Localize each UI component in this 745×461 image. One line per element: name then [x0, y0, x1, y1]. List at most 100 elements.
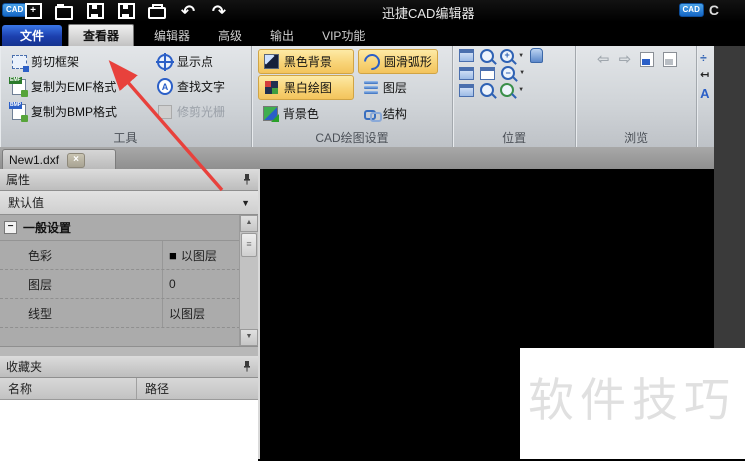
quick-access-toolbar: + ↶ ↷ [24, 0, 228, 22]
find-text-button[interactable]: A 查找文字 [152, 74, 230, 99]
pin-icon[interactable] [242, 360, 252, 373]
bw-drawing-toggle[interactable]: 黑白绘图 [257, 75, 354, 100]
favorites-title: 收藏夹 [6, 360, 43, 374]
property-value: 以图层 [180, 248, 217, 263]
collapse-icon[interactable]: − [4, 221, 17, 234]
group-label-cad-draw-settings: CAD绘图设置 [315, 131, 389, 145]
structure-button[interactable]: 结构 [358, 101, 438, 126]
nav-back-icon[interactable]: ⇦ [597, 52, 610, 67]
property-label: 色彩 [28, 248, 53, 263]
scrollbar-thumb[interactable]: ≡ [241, 233, 257, 257]
trim-raster-label: 修剪光栅 [177, 105, 226, 119]
dimension-icon[interactable]: ÷ [700, 52, 714, 64]
background-color-label: 背景色 [282, 107, 319, 121]
column-header-name[interactable]: 名称 [0, 378, 137, 399]
property-value: 以图层 [169, 306, 206, 321]
preset-value: 默认值 [8, 196, 45, 210]
background-color-button[interactable]: 背景色 [258, 101, 354, 126]
save-as-button[interactable] [117, 3, 135, 19]
zoom-region-icon[interactable] [480, 48, 495, 63]
save-as-icon [117, 3, 135, 19]
redo-button[interactable]: ↷ [210, 3, 228, 20]
zoom-previous-icon[interactable] [480, 83, 495, 97]
watermark-text: 软件技巧 [528, 374, 736, 426]
zoom-out-icon[interactable]: − [501, 66, 516, 80]
pin-icon[interactable] [242, 173, 252, 186]
ribbon-group-position: + ▼ − ▼ ▼ 位置 [453, 46, 577, 147]
copy-emf-button[interactable]: EMF 复制为EMF格式 [6, 74, 148, 99]
open-file-button[interactable] [55, 3, 73, 20]
behind-window-title: C [708, 2, 719, 18]
taskbar-cad-icon[interactable]: CAD [678, 3, 704, 17]
zoom-in-icon[interactable]: + [500, 48, 515, 63]
document-tab[interactable]: New1.dxf × [2, 149, 116, 170]
preset-dropdown[interactable]: 默认值 ▼ [0, 191, 258, 215]
new-file-button[interactable]: + [24, 3, 42, 19]
black-background-toggle[interactable]: 黑色背景 [257, 49, 354, 74]
group-label-position: 位置 [502, 131, 527, 145]
background-color-icon [263, 106, 280, 122]
menu-tab-editor[interactable]: 编辑器 [140, 25, 204, 46]
property-label: 线型 [28, 306, 53, 321]
behind-window-strip [714, 46, 745, 348]
save-button[interactable] [86, 3, 104, 19]
color-swatch-icon: ■ [169, 247, 177, 263]
open-folder-icon [55, 3, 73, 20]
ribbon-group-tools: 剪切框架 EMF 复制为EMF格式 BMP 复制为BMP格式 显示点 A 查找文… [0, 46, 252, 147]
favorites-list[interactable] [0, 400, 258, 461]
smooth-arc-icon [360, 50, 384, 73]
zoom-globe-icon[interactable] [500, 83, 515, 97]
page-setup-icon[interactable] [640, 52, 655, 67]
structure-icon [363, 106, 382, 122]
favorites-panel-header: 收藏夹 [0, 356, 258, 378]
layers-button[interactable]: 图层 [358, 75, 438, 100]
scroll-down-icon[interactable]: ▼ [240, 329, 258, 346]
menu-bar: 文件 查看器 编辑器 高级 输出 VIP功能 [0, 22, 745, 46]
scroll-up-icon[interactable]: ▲ [240, 215, 258, 232]
column-header-path[interactable]: 路径 [137, 378, 258, 399]
tree-scrollbar[interactable]: ▲ ≡ ▼ [239, 215, 258, 346]
print-button[interactable] [148, 4, 166, 19]
property-row-layer[interactable]: 图层 0 [0, 270, 240, 299]
properties-title: 属性 [6, 173, 31, 187]
smooth-arc-toggle[interactable]: 圆滑弧形 [357, 49, 438, 74]
property-row-linetype[interactable]: 线型 以图层 [0, 299, 240, 328]
clip-frame-button[interactable]: 剪切框架 [6, 49, 148, 74]
pan-hand-icon[interactable] [530, 48, 544, 63]
text-tool-icon[interactable]: A [700, 87, 714, 100]
tree-group-label: 一般设置 [23, 221, 72, 235]
menu-tab-output[interactable]: 输出 [256, 25, 308, 46]
zoom-globe-dropdown-icon[interactable]: ▼ [518, 87, 524, 93]
measure-icon[interactable]: ↤ [700, 70, 714, 81]
print-icon [148, 4, 166, 19]
menu-tab-vip[interactable]: VIP功能 [308, 25, 379, 46]
property-row-color[interactable]: 色彩 ■ 以图层 [0, 241, 240, 270]
title-bar: CAD + ↶ ↷ 迅捷CAD编辑器 CAD C [0, 0, 745, 22]
copy-emf-icon: EMF [9, 76, 28, 97]
menu-tab-viewer[interactable]: 查看器 [68, 24, 135, 46]
zoom-out-dropdown-icon[interactable]: ▼ [519, 70, 525, 76]
layers-icon [363, 80, 379, 96]
window-title: 迅捷CAD编辑器 [382, 6, 475, 21]
zoom-in-dropdown-icon[interactable]: ▼ [518, 53, 524, 59]
titlebar-right: CAD C [678, 2, 719, 18]
favorites-column-headers: 名称 路径 [0, 378, 258, 400]
zoom-extents-icon[interactable] [480, 66, 496, 80]
bw-drawing-icon [264, 80, 280, 96]
zoom-window-arrow-icon[interactable] [459, 49, 475, 62]
copy-bmp-button[interactable]: BMP 复制为BMP格式 [6, 99, 148, 124]
tree-group-general-settings[interactable]: − 一般设置 [0, 215, 240, 241]
show-points-button[interactable]: 显示点 [152, 49, 230, 74]
undo-button[interactable]: ↶ [179, 3, 197, 20]
clip-frame-label: 剪切框架 [31, 55, 80, 69]
tile-windows-icon[interactable] [459, 66, 475, 80]
nav-forward-icon[interactable]: ⇨ [619, 52, 632, 67]
scrollbar-track[interactable] [240, 258, 258, 329]
ucs-view-icon[interactable] [459, 83, 475, 97]
menu-tab-advanced[interactable]: 高级 [204, 25, 256, 46]
menu-file-button[interactable]: 文件 [2, 25, 62, 46]
tab-close-icon[interactable]: × [67, 152, 86, 168]
page-next-icon[interactable] [663, 52, 678, 67]
black-background-icon [264, 54, 280, 70]
layers-label: 图层 [382, 81, 407, 95]
